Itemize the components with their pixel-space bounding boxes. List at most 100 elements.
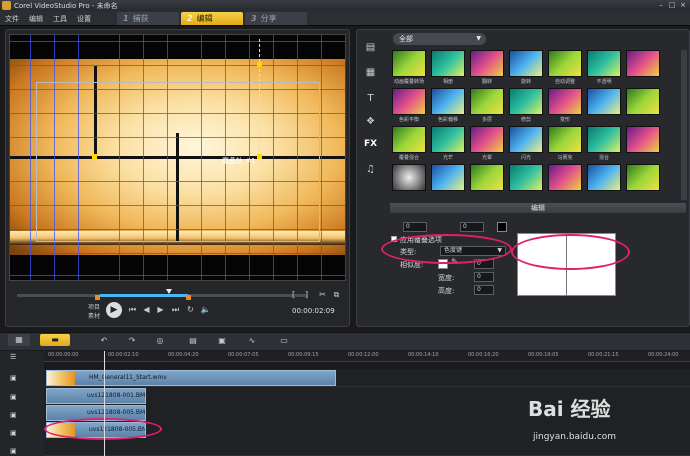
cut-icon[interactable]: ✂ bbox=[317, 289, 328, 300]
resize-handle[interactable] bbox=[257, 62, 262, 67]
window-title: Corel VideoStudio Pro - 未命名 bbox=[14, 2, 118, 10]
library-filter-dropdown[interactable]: 全部 ▼ bbox=[393, 33, 486, 45]
step-share[interactable]: 3 分享 bbox=[245, 12, 307, 25]
bracket-in-icon[interactable]: [ bbox=[288, 289, 299, 300]
timeline-clip[interactable]: uvs121808-001.BMP bbox=[46, 388, 146, 404]
effect-thumbnail[interactable] bbox=[548, 164, 582, 191]
bracket-out-icon[interactable]: ] bbox=[301, 289, 312, 300]
mode-clip[interactable]: 素材 bbox=[88, 311, 100, 320]
record-capture-icon[interactable]: ◎ bbox=[152, 335, 168, 347]
audio-wave-icon[interactable]: ∿ bbox=[244, 335, 260, 347]
menu-edit[interactable]: 编辑 bbox=[29, 14, 43, 24]
title-icon[interactable]: T bbox=[363, 93, 378, 107]
overlay-track-icon-3[interactable]: ▣ bbox=[10, 429, 17, 437]
storyboard-view-icon[interactable]: ▦ bbox=[8, 334, 30, 346]
film-icon[interactable]: ▣ bbox=[214, 335, 230, 347]
menu-file[interactable]: 文件 bbox=[5, 14, 19, 24]
ruler-tick-label: 00:00:07:05 bbox=[228, 352, 259, 358]
timeline-clip[interactable]: HM_General11_Start.wmv bbox=[46, 370, 336, 386]
watermark: Bai 经验 bbox=[528, 397, 611, 421]
effect-thumbnail[interactable] bbox=[626, 164, 660, 191]
repeat-icon[interactable]: ↻ bbox=[185, 304, 196, 315]
effect-thumbnail[interactable] bbox=[626, 88, 660, 115]
effect-thumbnail[interactable] bbox=[548, 88, 582, 115]
height-input[interactable]: 0 bbox=[474, 285, 494, 295]
effect-label: 覆叠混合 bbox=[398, 155, 419, 161]
end-icon[interactable]: ⏭ bbox=[170, 304, 181, 315]
effect-thumbnail[interactable] bbox=[431, 164, 465, 191]
menu-tools[interactable]: 工具 bbox=[53, 14, 67, 24]
step-edit[interactable]: 2 编辑 bbox=[181, 12, 243, 25]
minimize-icon[interactable]: – bbox=[656, 1, 666, 9]
overlay-track-icon-4[interactable]: ▣ bbox=[10, 447, 17, 455]
graphic-icon[interactable]: ❖ bbox=[363, 116, 378, 130]
ruler-tick-label: 00:00:09:15 bbox=[288, 352, 319, 358]
timecode[interactable]: 00:00:02:09 bbox=[292, 307, 335, 315]
menu-settings[interactable]: 设置 bbox=[77, 14, 91, 24]
effect-thumbnail[interactable] bbox=[470, 50, 504, 77]
fx-icon[interactable]: FX bbox=[363, 139, 378, 153]
effect-thumbnail[interactable] bbox=[431, 50, 465, 77]
timeline-ruler[interactable]: 00:00:00:00 00:00:02:10 00:00:04:20 00:00:0… bbox=[44, 351, 690, 362]
chevron-down-icon: ▼ bbox=[476, 35, 481, 42]
width-input[interactable]: 0 bbox=[474, 272, 494, 282]
effect-thumbnail[interactable] bbox=[626, 50, 660, 77]
overlay-track-icon-2[interactable]: ▣ bbox=[10, 411, 17, 419]
effect-thumbnail[interactable] bbox=[470, 88, 504, 115]
spin-a[interactable]: 0 bbox=[403, 222, 427, 232]
preview-screen[interactable]: 覆叠轨 #1 bbox=[9, 34, 346, 281]
effect-thumbnail[interactable] bbox=[470, 164, 504, 191]
subtitle-icon[interactable]: ▭ bbox=[276, 335, 292, 347]
prev-frame-icon[interactable]: ◀ bbox=[141, 304, 152, 315]
effect-thumbnail[interactable] bbox=[626, 126, 660, 153]
play-button[interactable]: ▶ bbox=[106, 302, 122, 318]
highlight-ring bbox=[381, 234, 512, 264]
transition-icon[interactable]: ▦ bbox=[363, 67, 378, 81]
playhead[interactable] bbox=[104, 351, 105, 456]
trim-end-handle[interactable] bbox=[186, 295, 191, 300]
effect-thumbnail[interactable] bbox=[509, 50, 543, 77]
step-capture[interactable]: 1 捕获 bbox=[117, 12, 179, 25]
effect-thumbnail[interactable] bbox=[509, 164, 543, 191]
spin-b[interactable]: 0 bbox=[460, 222, 484, 232]
effect-thumbnail[interactable] bbox=[587, 88, 621, 115]
mode-project[interactable]: 项目 bbox=[88, 302, 100, 311]
effect-thumbnail[interactable] bbox=[392, 164, 426, 191]
effect-thumbnail[interactable] bbox=[509, 126, 543, 153]
effect-thumbnail[interactable] bbox=[470, 126, 504, 153]
ruler-tick-label: 00:00:14:10 bbox=[408, 352, 439, 358]
track-manager-icon[interactable]: ☰ bbox=[10, 353, 16, 361]
effect-thumbnail[interactable] bbox=[548, 126, 582, 153]
effect-thumbnail[interactable] bbox=[587, 50, 621, 77]
mix-icon[interactable]: ▤ bbox=[185, 335, 201, 347]
undo-icon[interactable]: ↶ bbox=[96, 335, 112, 347]
ruler-tick-label: 00:00:04:20 bbox=[168, 352, 199, 358]
effect-thumbnail[interactable] bbox=[392, 50, 426, 77]
home-icon[interactable]: ⏮ bbox=[127, 304, 138, 315]
color-swatch[interactable] bbox=[497, 222, 507, 232]
effect-thumbnail[interactable] bbox=[548, 50, 582, 77]
media-icon[interactable]: ▤ bbox=[363, 42, 378, 56]
effect-thumbnail[interactable] bbox=[587, 126, 621, 153]
effect-thumbnail[interactable] bbox=[431, 88, 465, 115]
audio-icon[interactable]: ♫ bbox=[363, 164, 378, 178]
resize-handle[interactable] bbox=[92, 154, 97, 159]
library-scrollbar[interactable] bbox=[681, 50, 687, 200]
overlay-track-icon-1[interactable]: ▣ bbox=[10, 393, 17, 401]
next-frame-icon[interactable]: ▶ bbox=[155, 304, 166, 315]
volume-icon[interactable]: 🔈 bbox=[200, 304, 211, 315]
effect-thumbnail[interactable] bbox=[587, 164, 621, 191]
timeline-view-icon[interactable]: ▬ bbox=[40, 334, 70, 346]
edit-tab[interactable]: 编辑 bbox=[390, 203, 686, 213]
effect-thumbnail[interactable] bbox=[431, 126, 465, 153]
video-track-icon[interactable]: ▣ bbox=[10, 374, 17, 382]
close-icon[interactable]: × bbox=[678, 1, 688, 9]
maximize-icon[interactable]: □ bbox=[667, 1, 677, 9]
redo-icon[interactable]: ↷ bbox=[124, 335, 140, 347]
trim-start-handle[interactable] bbox=[95, 295, 100, 300]
enlarge-icon[interactable]: ⧉ bbox=[331, 289, 342, 300]
effect-thumbnail[interactable] bbox=[392, 126, 426, 153]
effect-thumbnail[interactable] bbox=[509, 88, 543, 115]
resize-handle[interactable] bbox=[257, 154, 262, 159]
effect-thumbnail[interactable] bbox=[392, 88, 426, 115]
